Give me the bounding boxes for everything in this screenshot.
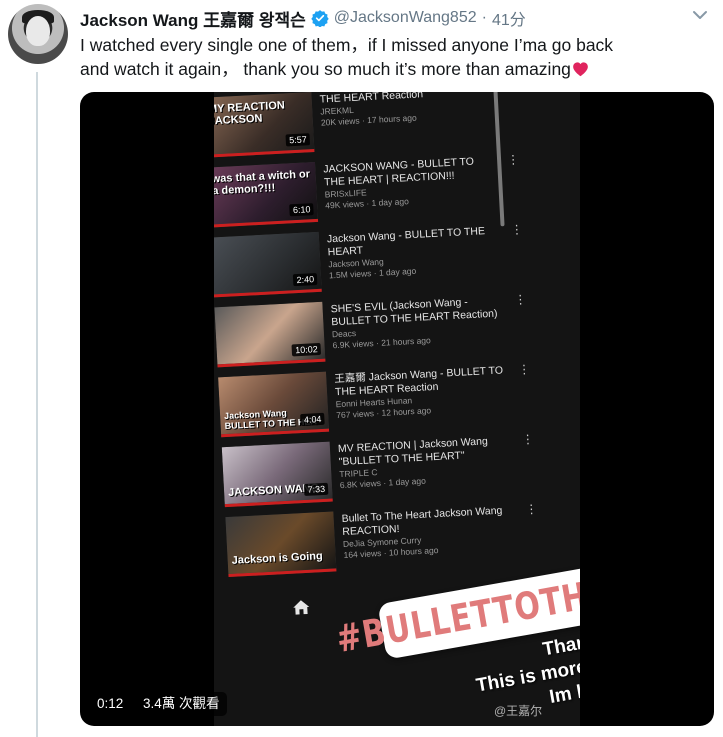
thumbnail-duration: 10:02 <box>291 342 322 357</box>
tweet-text: I watched every single one of them，if I … <box>80 33 710 81</box>
thumbnail-duration: 6:10 <box>289 203 314 217</box>
more-options-icon[interactable]: ⋮ <box>518 362 531 377</box>
feed-thumbnail: JACKSON WANG 7:33 <box>221 441 333 508</box>
author-handle[interactable]: @JacksonWang852 <box>334 9 477 27</box>
video-duration-badge: 0:12 <box>90 692 131 716</box>
timestamp[interactable]: 41分 <box>492 6 526 30</box>
feed-thumbnail: was that a witch or a demon?!!! 6:10 <box>214 161 319 228</box>
thumbnail-duration: 2:40 <box>293 273 318 287</box>
feed-thumbnail: 2:40 <box>214 231 322 298</box>
weibo-watermark: @王嘉尔 <box>494 704 543 718</box>
video-frame: MY REACTION JACKSON 5:57 THE HEART React… <box>214 92 580 726</box>
tweet-header: Jackson Wang 王嘉爾 왕잭슨 @JacksonWang852 · 4… <box>80 6 526 30</box>
tweet: Jackson Wang 王嘉爾 왕잭슨 @JacksonWang852 · 4… <box>0 0 723 737</box>
avatar[interactable] <box>8 4 68 64</box>
feed-meta: JACKSON WANG - BULLET TO THE HEART | REA… <box>323 155 495 212</box>
video-views-badge: 3.4萬 次觀看 <box>136 692 227 716</box>
more-options-icon[interactable]: ⋮ <box>507 152 520 167</box>
feed-thumbnail: MY REACTION JACKSON 5:57 <box>214 92 315 158</box>
feed-thumbnail: Jackson Wang BULLET TO THE HEA 4:04 <box>218 371 330 438</box>
thumbnail-duration: 7:33 <box>304 482 329 496</box>
tweet-text-line-1: I watched every single one of them，if I … <box>80 35 614 55</box>
separator-dot: · <box>481 9 487 26</box>
chevron-down-icon[interactable] <box>691 8 709 22</box>
tweet-text-line-2: and watch it again， thank you so much it… <box>80 59 571 79</box>
feed-thumbnail: Jackson is Going <box>225 511 337 578</box>
thumbnail-duration: 4:04 <box>300 412 325 427</box>
feed-thumbnail: 10:02 <box>214 301 326 368</box>
more-options-icon[interactable]: ⋮ <box>510 222 523 237</box>
feed-meta: MV REACTION | Jackson Wang "BULLET TO TH… <box>338 434 510 491</box>
more-options-icon[interactable]: ⋮ <box>514 292 527 307</box>
home-icon <box>293 600 310 615</box>
verified-badge-icon <box>311 10 329 27</box>
feed-meta: Jackson Wang - BULLET TO THE HEART Jacks… <box>327 225 499 282</box>
feed-meta: Bullet To The Heart Jackson Wang REACTIO… <box>341 504 513 561</box>
more-options-icon[interactable]: ⋮ <box>525 502 538 517</box>
author-name[interactable]: Jackson Wang 王嘉爾 왕잭슨 <box>80 6 306 31</box>
tweet-text-line-2-wrap: and watch it again， thank you so much it… <box>80 57 710 81</box>
thread-line <box>36 72 38 737</box>
feed-meta: THE HEART Reaction JREKML 20K views · 17… <box>319 92 491 129</box>
red-heart-emoji-icon <box>573 62 588 77</box>
more-options-icon[interactable]: ⋮ <box>521 432 534 447</box>
thumbnail-duration: 5:57 <box>285 133 311 147</box>
avatar-face <box>26 16 50 46</box>
video-player[interactable]: MY REACTION JACKSON 5:57 THE HEART React… <box>80 92 714 726</box>
feed-meta: 王嘉爾 Jackson Wang - BULLET TO THE HEART R… <box>334 364 506 421</box>
feed-meta: SHE'S EVIL (Jackson Wang - BULLET TO THE… <box>330 294 502 351</box>
